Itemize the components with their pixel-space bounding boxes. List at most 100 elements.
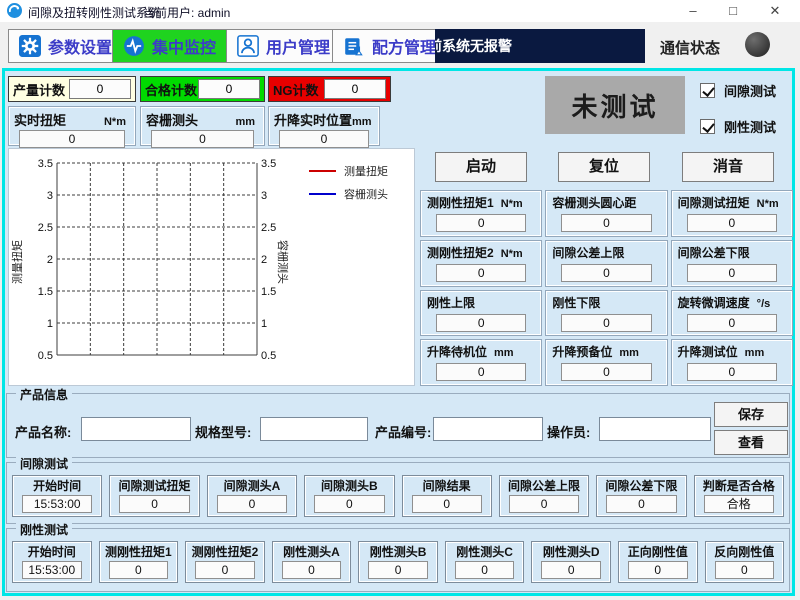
legend-line-torque xyxy=(309,170,336,172)
param-value[interactable]: 0 xyxy=(561,264,651,282)
ng-counter: NG计数 0 xyxy=(268,76,391,102)
svg-text:2: 2 xyxy=(261,254,267,266)
param-value[interactable]: 0 xyxy=(561,363,651,381)
param-value[interactable]: 0 xyxy=(436,214,526,232)
param-rigidity-torque2: 测刚性扭矩2N*m0 xyxy=(420,240,542,287)
trend-chart: 0.50.5111.51.5222.52.5333.53.5 测量扭矩 容栅测头… xyxy=(8,148,415,386)
result-cell: 刚性测头D0 xyxy=(531,541,611,583)
toolbar-button-monitor[interactable]: 集中监控 xyxy=(112,29,227,63)
result-label: 刚性测头B xyxy=(361,543,435,561)
result-label: 间隙测头B xyxy=(307,477,391,495)
param-value[interactable]: 0 xyxy=(436,264,526,282)
result-label: 正向刚性值 xyxy=(621,543,695,561)
param-value[interactable]: 0 xyxy=(436,314,526,332)
checkbox-label: 刚性测试 xyxy=(724,117,776,136)
param-value[interactable]: 0 xyxy=(561,214,651,232)
param-value[interactable]: 0 xyxy=(687,314,777,332)
result-value: 0 xyxy=(541,561,601,579)
monitor-icon xyxy=(123,35,145,57)
product-name-label: 产品名称: xyxy=(15,422,71,441)
minimize-button[interactable]: – xyxy=(676,0,710,22)
param-unit: N*m xyxy=(501,198,523,210)
view-button[interactable]: 查看 xyxy=(714,430,788,455)
param-value[interactable]: 0 xyxy=(561,314,651,332)
maximize-button[interactable]: □ xyxy=(716,0,750,22)
close-button[interactable]: ✕ xyxy=(758,0,792,22)
chart-legend: 测量扭矩 容栅测头 xyxy=(309,163,388,209)
result-label: 刚性测头A xyxy=(275,543,349,561)
product-number-input[interactable] xyxy=(433,417,543,441)
toolbar-button-label: 参数设置 xyxy=(48,34,112,58)
main-panel: 产量计数 0 合格计数 0 NG计数 0 实时扭矩N*m 0 容栅测头mm 0 … xyxy=(2,68,795,596)
result-cell: 开始时间15:53:00 xyxy=(12,541,92,583)
readout-unit: mm xyxy=(235,116,259,128)
param-value[interactable]: 0 xyxy=(436,363,526,381)
svg-text:1.5: 1.5 xyxy=(261,286,276,298)
result-cell: 反向刚性值0 xyxy=(705,541,785,583)
reset-button[interactable]: 复位 xyxy=(558,152,650,182)
toolbar-button-recipes[interactable]: 配方管理 xyxy=(332,29,447,63)
result-cell: 刚性测头B0 xyxy=(358,541,438,583)
right-axis-label: 容栅测头 xyxy=(275,240,291,284)
gap-test-checkbox[interactable]: 间隙测试 xyxy=(700,81,776,100)
recipe-icon xyxy=(343,35,365,57)
toolbar-button-label: 集中监控 xyxy=(152,34,216,58)
result-value: 0 xyxy=(412,495,482,513)
param-unit: mm xyxy=(745,347,765,359)
svg-text:2.5: 2.5 xyxy=(261,222,276,234)
toolbar-button-settings[interactable]: 参数设置 xyxy=(8,29,123,63)
product-name-input[interactable] xyxy=(81,417,191,441)
checkbox-checked-icon[interactable] xyxy=(700,119,715,134)
product-model-input[interactable] xyxy=(260,417,368,441)
result-cell: 间隙测头B0 xyxy=(304,475,394,517)
svg-text:0.5: 0.5 xyxy=(261,350,276,362)
result-cell: 开始时间15:53:00 xyxy=(12,475,102,517)
param-label: 间隙测试扭矩 xyxy=(678,196,750,210)
result-cell: 正向刚性值0 xyxy=(618,541,698,583)
legend-label: 容栅测头 xyxy=(344,186,388,202)
param-value[interactable]: 0 xyxy=(687,264,777,282)
result-value: 合格 xyxy=(704,495,774,513)
param-value[interactable]: 0 xyxy=(687,214,777,232)
toolbar: 参数设置 集中监控 用户管理 配方管理 前系统无报警 通信状态 xyxy=(0,22,800,68)
result-cell: 测刚性扭矩20 xyxy=(185,541,265,583)
svg-text:2: 2 xyxy=(47,254,53,266)
legend-label: 测量扭矩 xyxy=(344,163,388,179)
toolbar-button-users[interactable]: 用户管理 xyxy=(226,29,341,63)
result-value: 0 xyxy=(109,561,169,579)
result-value: 0 xyxy=(715,561,775,579)
legend-item: 容栅测头 xyxy=(309,186,388,202)
result-label: 刚性测头D xyxy=(534,543,608,561)
operator-input[interactable] xyxy=(599,417,711,441)
legend-item: 测量扭矩 xyxy=(309,163,388,179)
save-button[interactable]: 保存 xyxy=(714,402,788,427)
param-label: 间隙公差下限 xyxy=(678,246,750,260)
probe-readout: 容栅测头mm 0 xyxy=(140,106,265,146)
param-rotation-speed: 旋转微调速度°/s0 xyxy=(671,290,793,337)
param-unit: mm xyxy=(619,347,639,359)
rigidity-test-checkbox[interactable]: 刚性测试 xyxy=(700,117,776,136)
param-label: 升降预备位 xyxy=(552,345,612,359)
product-info-group: 产品信息 产品名称: 规格型号: 产品编号: 操作员: 保存 查看 xyxy=(6,393,790,458)
svg-text:3.5: 3.5 xyxy=(261,158,276,170)
gap-test-group: 间隙测试 开始时间15:53:00 间隙测试扭矩0 间隙测头A0 间隙测头B0 … xyxy=(6,462,790,524)
result-label: 测刚性扭矩1 xyxy=(102,543,176,561)
param-label: 刚性上限 xyxy=(427,296,475,310)
readout-label: 升降实时位置 xyxy=(274,110,352,129)
param-unit: N*m xyxy=(757,198,779,210)
svg-text:1: 1 xyxy=(261,318,267,330)
param-label: 测刚性扭矩1 xyxy=(427,196,494,210)
start-button[interactable]: 启动 xyxy=(435,152,527,182)
result-value: 0 xyxy=(628,561,688,579)
checkbox-checked-icon[interactable] xyxy=(700,83,715,98)
readout-label: 容栅测头 xyxy=(146,110,198,129)
rigidity-test-group: 刚性测试 开始时间15:53:00 测刚性扭矩10 测刚性扭矩20 刚性测头A0… xyxy=(6,528,790,592)
app-icon xyxy=(7,3,22,18)
result-label: 反向刚性值 xyxy=(708,543,782,561)
gear-icon xyxy=(19,35,41,57)
mute-button[interactable]: 消音 xyxy=(682,152,774,182)
svg-text:1: 1 xyxy=(47,318,53,330)
product-number-label: 产品编号: xyxy=(375,422,431,441)
pass-counter: 合格计数 0 xyxy=(140,76,265,102)
param-value[interactable]: 0 xyxy=(687,363,777,381)
